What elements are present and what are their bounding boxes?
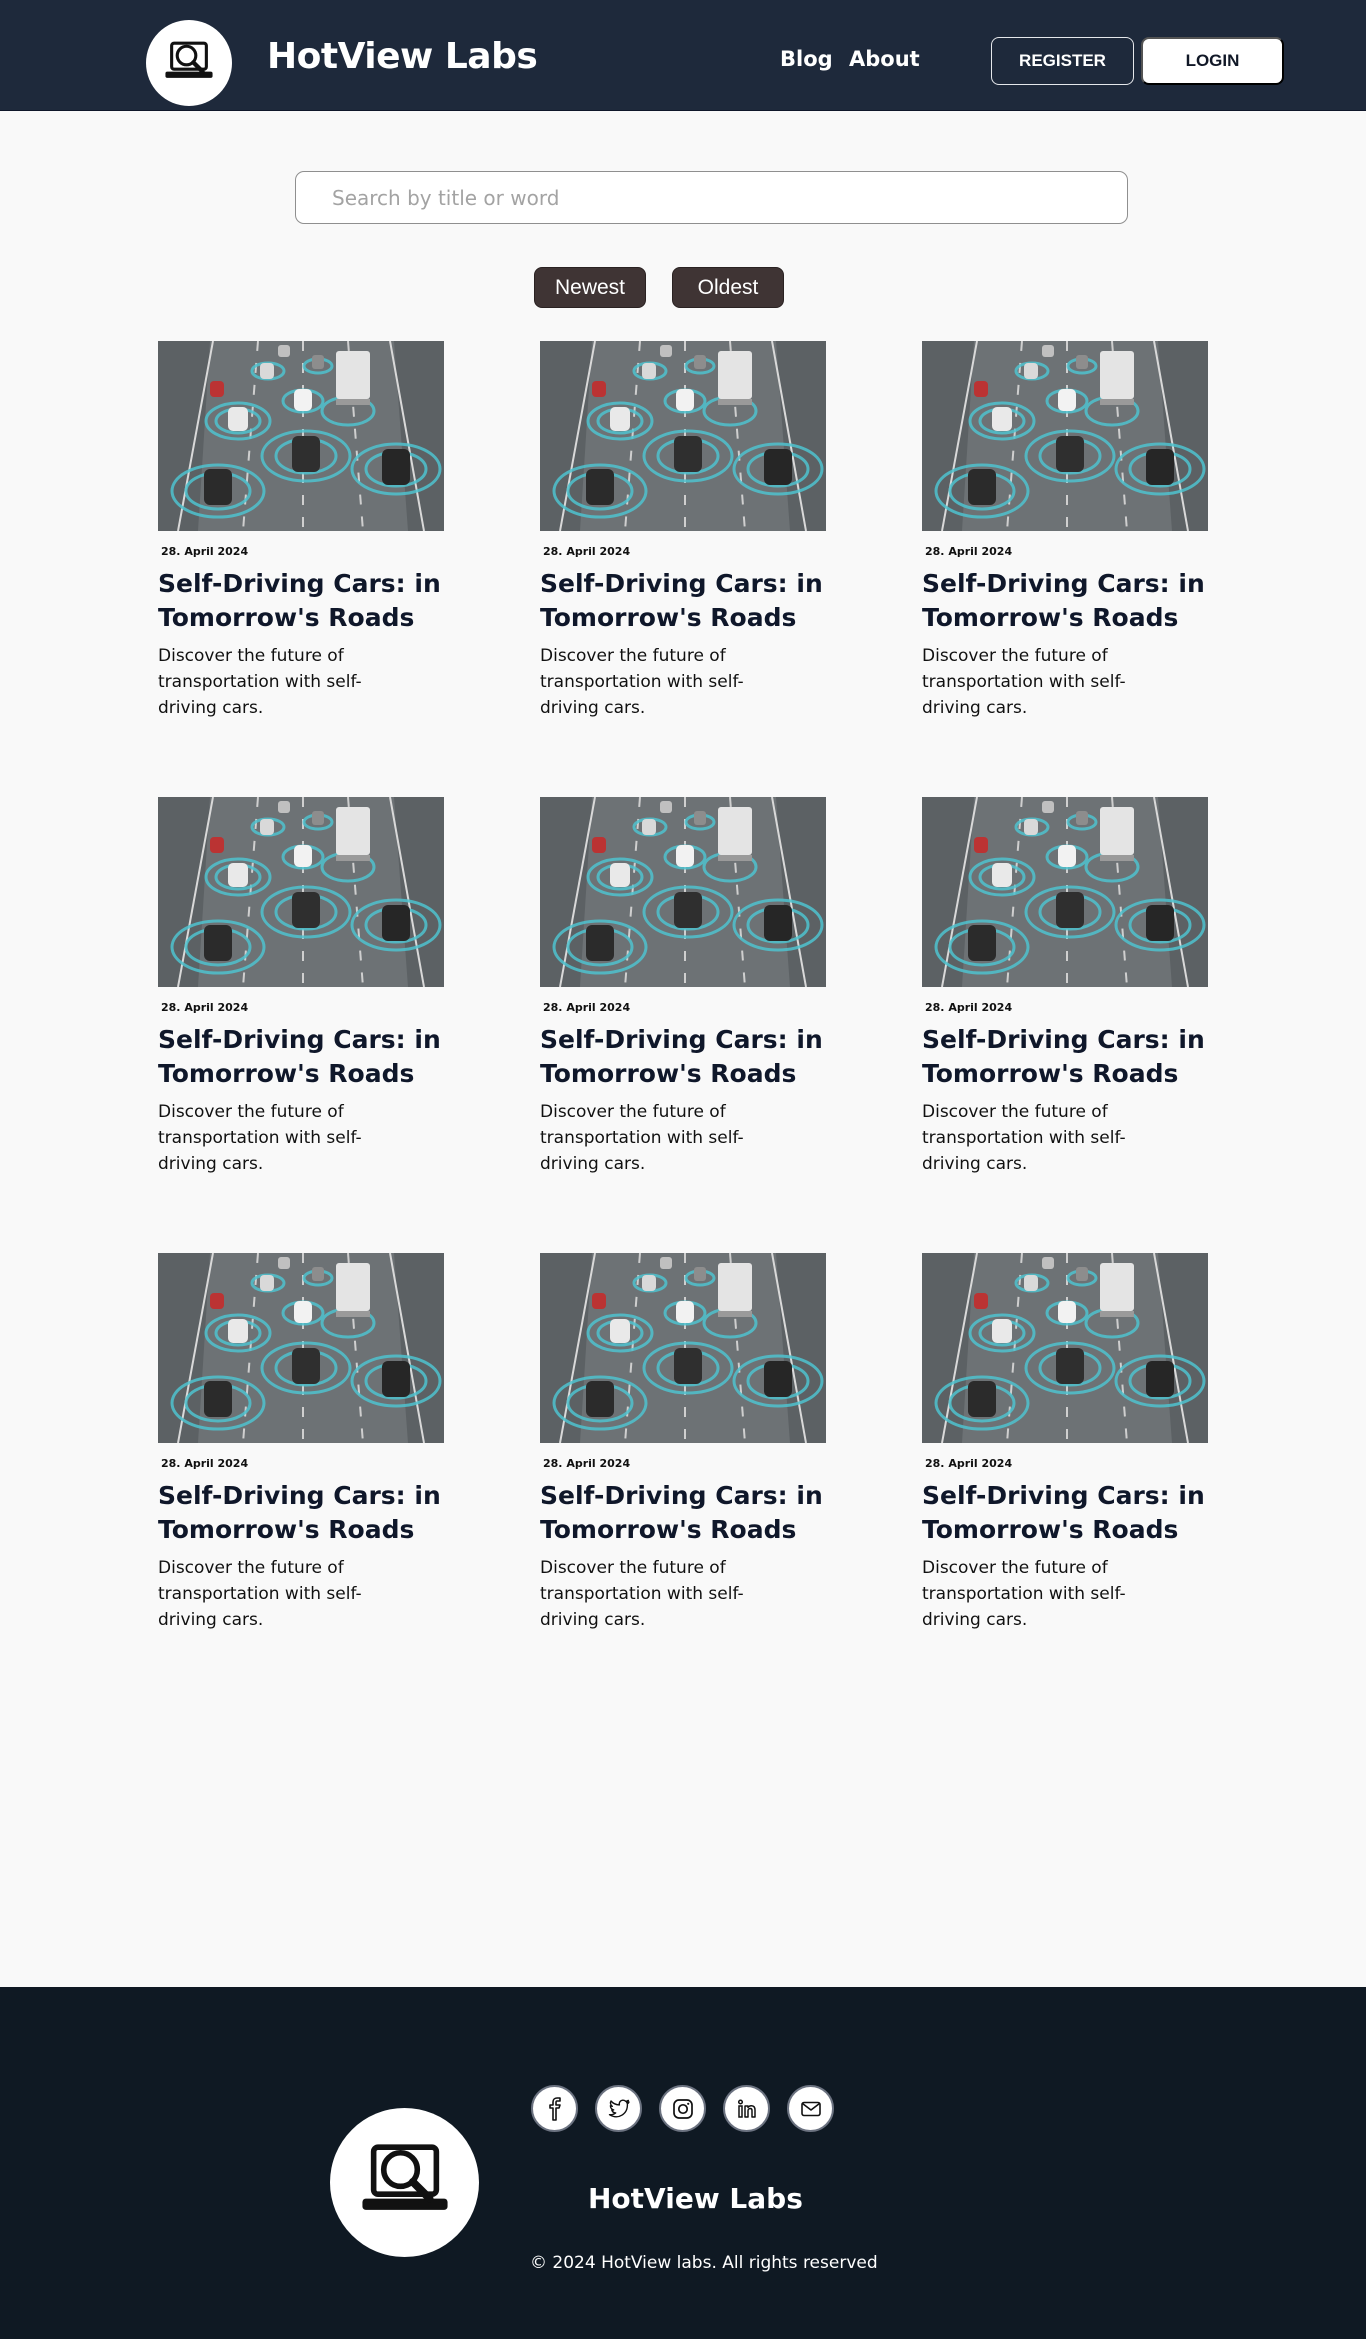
post-card[interactable]: 28. April 2024 Self-Driving Cars: in Tom… xyxy=(540,341,850,721)
magnifier-laptop-logo-icon xyxy=(158,32,220,94)
post-description: Discover the future of transportation wi… xyxy=(158,1102,362,1174)
footer-brand-name: HotView Labs xyxy=(588,2182,803,2215)
site-logo[interactable] xyxy=(146,20,232,106)
post-date: 28. April 2024 xyxy=(161,1001,249,1014)
post-thumbnail[interactable] xyxy=(158,341,444,531)
nav-link-blog[interactable]: Blog xyxy=(780,47,833,71)
post-thumbnail[interactable] xyxy=(158,797,444,987)
post-title[interactable]: Self-Driving Cars: in Tomorrow's Roads xyxy=(158,567,448,635)
post-title[interactable]: Self-Driving Cars: in Tomorrow's Roads xyxy=(922,567,1212,635)
post-date: 28. April 2024 xyxy=(543,1457,631,1470)
post-title[interactable]: Self-Driving Cars: in Tomorrow's Roads xyxy=(540,1023,830,1091)
post-card[interactable]: 28. April 2024 Self-Driving Cars: in Tom… xyxy=(922,1253,1232,1633)
nav-link-about[interactable]: About xyxy=(849,47,920,71)
post-title[interactable]: Self-Driving Cars: in Tomorrow's Roads xyxy=(158,1479,448,1547)
post-description: Discover the future of transportation wi… xyxy=(158,646,362,718)
email-link[interactable] xyxy=(787,2085,834,2132)
post-title[interactable]: Self-Driving Cars: in Tomorrow's Roads xyxy=(922,1479,1212,1547)
site-footer xyxy=(0,1987,1366,2339)
login-button[interactable]: LOGIN xyxy=(1141,37,1284,85)
post-thumbnail[interactable] xyxy=(540,797,826,987)
post-description: Discover the future of transportation wi… xyxy=(922,1102,1126,1174)
post-thumbnail[interactable] xyxy=(158,1253,444,1443)
post-description: Discover the future of transportation wi… xyxy=(922,646,1126,718)
brand-name[interactable]: HotView Labs xyxy=(267,36,538,77)
post-date: 28. April 2024 xyxy=(925,545,1013,558)
post-description: Discover the future of transportation wi… xyxy=(158,1558,362,1630)
search-input[interactable] xyxy=(295,171,1128,224)
site-header: HotView Labs Blog About REGISTER LOGIN xyxy=(0,0,1366,111)
post-date: 28. April 2024 xyxy=(543,545,631,558)
post-card[interactable]: 28. April 2024 Self-Driving Cars: in Tom… xyxy=(540,797,850,1177)
post-date: 28. April 2024 xyxy=(925,1457,1013,1470)
post-date: 28. April 2024 xyxy=(543,1001,631,1014)
sort-newest-button[interactable]: Newest xyxy=(534,267,646,308)
post-thumbnail[interactable] xyxy=(922,797,1208,987)
post-description: Discover the future of transportation wi… xyxy=(540,1102,744,1174)
linkedin-link[interactable] xyxy=(723,2085,770,2132)
facebook-icon xyxy=(548,2096,561,2121)
footer-logo[interactable] xyxy=(330,2108,479,2257)
post-title[interactable]: Self-Driving Cars: in Tomorrow's Roads xyxy=(158,1023,448,1091)
post-card[interactable]: 28. April 2024 Self-Driving Cars: in Tom… xyxy=(158,797,468,1177)
post-card[interactable]: 28. April 2024 Self-Driving Cars: in Tom… xyxy=(922,341,1232,721)
sort-oldest-button[interactable]: Oldest xyxy=(672,267,784,308)
twitter-icon xyxy=(608,2098,630,2117)
post-card[interactable]: 28. April 2024 Self-Driving Cars: in Tom… xyxy=(540,1253,850,1633)
post-date: 28. April 2024 xyxy=(161,545,249,558)
post-thumbnail[interactable] xyxy=(540,341,826,531)
post-card[interactable]: 28. April 2024 Self-Driving Cars: in Tom… xyxy=(158,1253,468,1633)
post-thumbnail[interactable] xyxy=(540,1253,826,1443)
post-card[interactable]: 28. April 2024 Self-Driving Cars: in Tom… xyxy=(922,797,1232,1177)
post-title[interactable]: Self-Driving Cars: in Tomorrow's Roads xyxy=(540,1479,830,1547)
linkedin-icon xyxy=(737,2098,756,2118)
post-description: Discover the future of transportation wi… xyxy=(922,1558,1126,1630)
post-card[interactable]: 28. April 2024 Self-Driving Cars: in Tom… xyxy=(158,341,468,721)
instagram-icon xyxy=(672,2098,693,2119)
post-date: 28. April 2024 xyxy=(161,1457,249,1470)
facebook-link[interactable] xyxy=(531,2085,578,2132)
post-title[interactable]: Self-Driving Cars: in Tomorrow's Roads xyxy=(922,1023,1212,1091)
post-thumbnail[interactable] xyxy=(922,1253,1208,1443)
mail-icon xyxy=(800,2101,821,2116)
magnifier-laptop-logo-icon xyxy=(349,2127,461,2239)
post-thumbnail[interactable] xyxy=(922,341,1208,531)
post-title[interactable]: Self-Driving Cars: in Tomorrow's Roads xyxy=(540,567,830,635)
register-button[interactable]: REGISTER xyxy=(991,37,1134,85)
instagram-link[interactable] xyxy=(659,2085,706,2132)
copyright-text: © 2024 HotView labs. All rights reserved xyxy=(530,2253,878,2273)
twitter-link[interactable] xyxy=(595,2085,642,2132)
post-date: 28. April 2024 xyxy=(925,1001,1013,1014)
post-description: Discover the future of transportation wi… xyxy=(540,646,744,718)
post-description: Discover the future of transportation wi… xyxy=(540,1558,744,1630)
